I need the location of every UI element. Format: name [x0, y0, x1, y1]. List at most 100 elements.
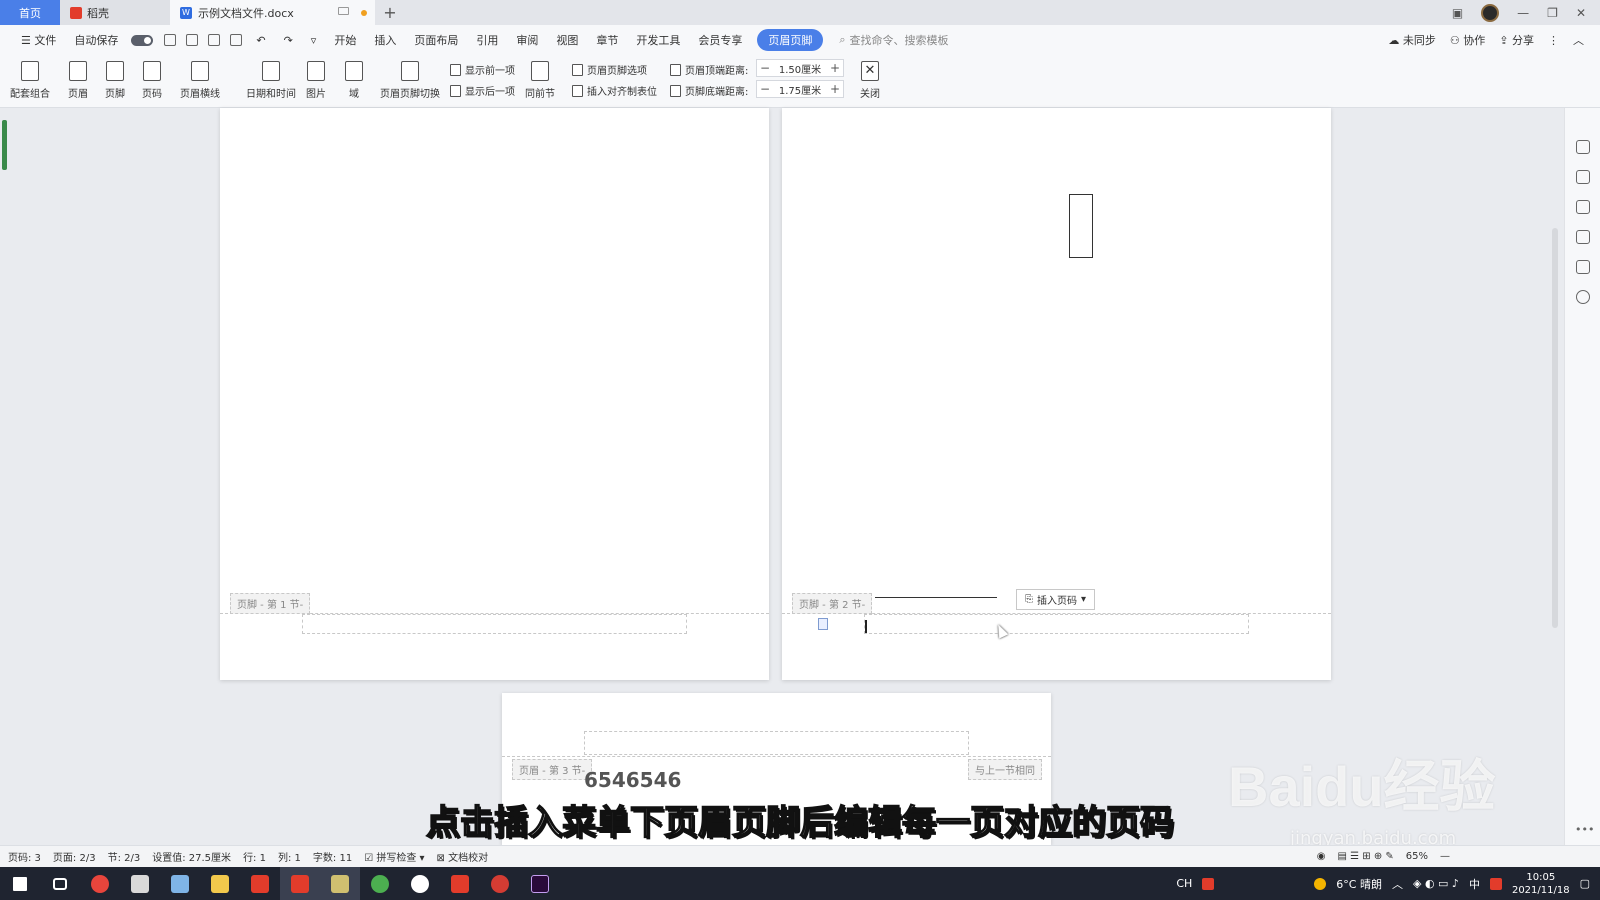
- restore-icon[interactable]: ❐: [1547, 6, 1558, 20]
- text-box-shape[interactable]: [1069, 194, 1093, 258]
- select-icon[interactable]: [1576, 200, 1590, 214]
- view-mode-icons[interactable]: ▤ ☰ ⊞ ⊕ ✎: [1338, 851, 1394, 862]
- page-1-footer-area[interactable]: [302, 614, 687, 634]
- monitor-icon[interactable]: [338, 7, 349, 15]
- image-edit-icon[interactable]: [1576, 260, 1590, 274]
- file-menu[interactable]: ☰ 文件: [12, 32, 65, 48]
- print-icon[interactable]: [208, 34, 221, 46]
- footer-button[interactable]: 页脚: [105, 61, 125, 100]
- more-dots-icon[interactable]: •••: [1575, 823, 1594, 836]
- menu-header-footer[interactable]: 页眉页脚: [757, 29, 824, 51]
- scrollbar-thumb[interactable]: [1552, 228, 1558, 628]
- export-icon[interactable]: [186, 34, 199, 46]
- menu-review[interactable]: 审阅: [507, 32, 547, 48]
- collapse-ribbon-icon[interactable]: ︿: [1573, 32, 1584, 48]
- sogou-tray-icon[interactable]: [1489, 877, 1502, 890]
- hf-options-button[interactable]: 页眉页脚选项: [572, 62, 647, 77]
- more-icon[interactable]: ⋮: [1548, 34, 1559, 47]
- notes-icon[interactable]: [160, 867, 200, 900]
- header-button[interactable]: 页眉: [68, 61, 88, 100]
- header-top-stepper[interactable]: − 1.50厘米 +: [756, 59, 844, 77]
- insert-page-number-button[interactable]: ⎘ 插入页码 ▾: [1016, 589, 1096, 610]
- paint-icon[interactable]: [120, 867, 160, 900]
- page-3-header-area[interactable]: [584, 731, 969, 755]
- field-button[interactable]: 域: [345, 61, 363, 100]
- sogou-icon[interactable]: [1202, 877, 1215, 890]
- combo-button[interactable]: 配套组合: [10, 61, 50, 100]
- menu-member[interactable]: 会员专享: [689, 32, 751, 48]
- footer-bottom-stepper[interactable]: − 1.75厘米 +: [756, 80, 844, 98]
- tab-document[interactable]: W 示例文档文件.docx: [170, 0, 375, 25]
- menu-start[interactable]: 开始: [325, 32, 365, 48]
- switch-header-footer-button[interactable]: 页眉页脚切换: [380, 61, 440, 100]
- more-chevron-icon[interactable]: ▿: [302, 34, 326, 47]
- chrome-2-icon[interactable]: [360, 867, 400, 900]
- command-search[interactable]: ⌕ 查找命令、搜索模板: [839, 32, 948, 48]
- show-next-button[interactable]: 显示后一项: [450, 83, 515, 98]
- tray-icons[interactable]: ◈ ◐ ▭ ♪: [1413, 877, 1459, 890]
- header-line-button[interactable]: 页眉横线: [180, 61, 220, 100]
- page-1[interactable]: 页脚 - 第 1 节-: [220, 108, 769, 680]
- same-as-previous-button[interactable]: 同前节: [525, 61, 555, 100]
- clock[interactable]: 10:05 2021/11/18: [1512, 871, 1570, 897]
- tab-daoke[interactable]: 稻壳: [60, 0, 170, 25]
- windows-start-icon[interactable]: [0, 867, 40, 900]
- header-top-plus[interactable]: +: [827, 61, 843, 75]
- collab-button[interactable]: ⚇ 协作: [1450, 32, 1485, 48]
- pen-icon[interactable]: [1576, 170, 1590, 184]
- menu-layout[interactable]: 页面布局: [405, 32, 467, 48]
- file-explorer-icon[interactable]: [200, 867, 240, 900]
- notification-icon[interactable]: ▢: [1580, 877, 1590, 890]
- spell-check-button[interactable]: ☑ 拼写检查 ▾: [364, 849, 424, 864]
- share-button[interactable]: ⇪ 分享: [1499, 32, 1534, 48]
- menu-view[interactable]: 视图: [547, 32, 587, 48]
- sync-button[interactable]: ☁ 未同步: [1388, 32, 1436, 48]
- zoom-minus-icon[interactable]: —: [1440, 851, 1600, 862]
- tab-home[interactable]: 首页: [0, 0, 60, 25]
- status-words[interactable]: 字数: 11: [313, 849, 352, 864]
- tray-chevron-icon[interactable]: ︿: [1392, 876, 1403, 892]
- menu-section[interactable]: 章节: [587, 32, 627, 48]
- eye-icon[interactable]: ◉: [1317, 851, 1326, 862]
- redo-icon[interactable]: ↷: [275, 34, 302, 47]
- page-2-footer-area[interactable]: [864, 614, 1249, 634]
- undo-icon[interactable]: ↶: [247, 34, 274, 47]
- vertical-scrollbar[interactable]: [1548, 108, 1562, 845]
- weather-text[interactable]: 6°C 晴朗: [1336, 876, 1382, 892]
- style-icon[interactable]: [1576, 140, 1590, 154]
- doc-proof-button[interactable]: ⊠ 文档校对: [437, 849, 489, 864]
- task-view-icon[interactable]: [40, 867, 80, 900]
- show-previous-button[interactable]: 显示前一项: [450, 62, 515, 77]
- netease-music-icon[interactable]: [480, 867, 520, 900]
- wps-icon[interactable]: [240, 867, 280, 900]
- minimize-icon[interactable]: —: [1517, 6, 1529, 20]
- paste-options-icon[interactable]: [818, 618, 828, 630]
- close-icon[interactable]: ✕: [1576, 6, 1586, 20]
- clapper-icon[interactable]: [320, 867, 360, 900]
- wps-2-icon[interactable]: [440, 867, 480, 900]
- premiere-icon[interactable]: [520, 867, 560, 900]
- footer-bottom-plus[interactable]: +: [827, 82, 843, 96]
- chrome-icon[interactable]: [80, 867, 120, 900]
- autosave-toggle[interactable]: [131, 34, 154, 46]
- avatar[interactable]: [1481, 3, 1500, 22]
- menu-devtools[interactable]: 开发工具: [627, 32, 689, 48]
- menu-references[interactable]: 引用: [467, 32, 507, 48]
- page-2[interactable]: 页脚 - 第 2 节- ⎘ 插入页码 ▾: [782, 108, 1331, 680]
- save-icon[interactable]: [164, 34, 177, 46]
- insert-tab-stop-button[interactable]: 插入对齐制表位: [572, 83, 657, 98]
- settings-sliders-icon[interactable]: [1576, 230, 1590, 244]
- zoom-level[interactable]: 65%: [1406, 851, 1428, 862]
- footer-bottom-minus[interactable]: −: [757, 82, 773, 96]
- footer-bottom-value[interactable]: 1.75厘米: [773, 82, 827, 97]
- datetime-button[interactable]: 日期和时间: [246, 61, 296, 100]
- app-a-icon[interactable]: [400, 867, 440, 900]
- picture-button[interactable]: 图片: [306, 61, 326, 100]
- page-number-button[interactable]: 页码: [142, 61, 162, 100]
- ime-mode[interactable]: 中: [1469, 876, 1480, 892]
- menu-insert[interactable]: 插入: [365, 32, 405, 48]
- header-top-value[interactable]: 1.50厘米: [773, 61, 827, 76]
- ime-language[interactable]: CH: [1176, 877, 1192, 890]
- page-3-body-text[interactable]: 6546546: [584, 768, 681, 792]
- help-icon[interactable]: [1576, 290, 1590, 304]
